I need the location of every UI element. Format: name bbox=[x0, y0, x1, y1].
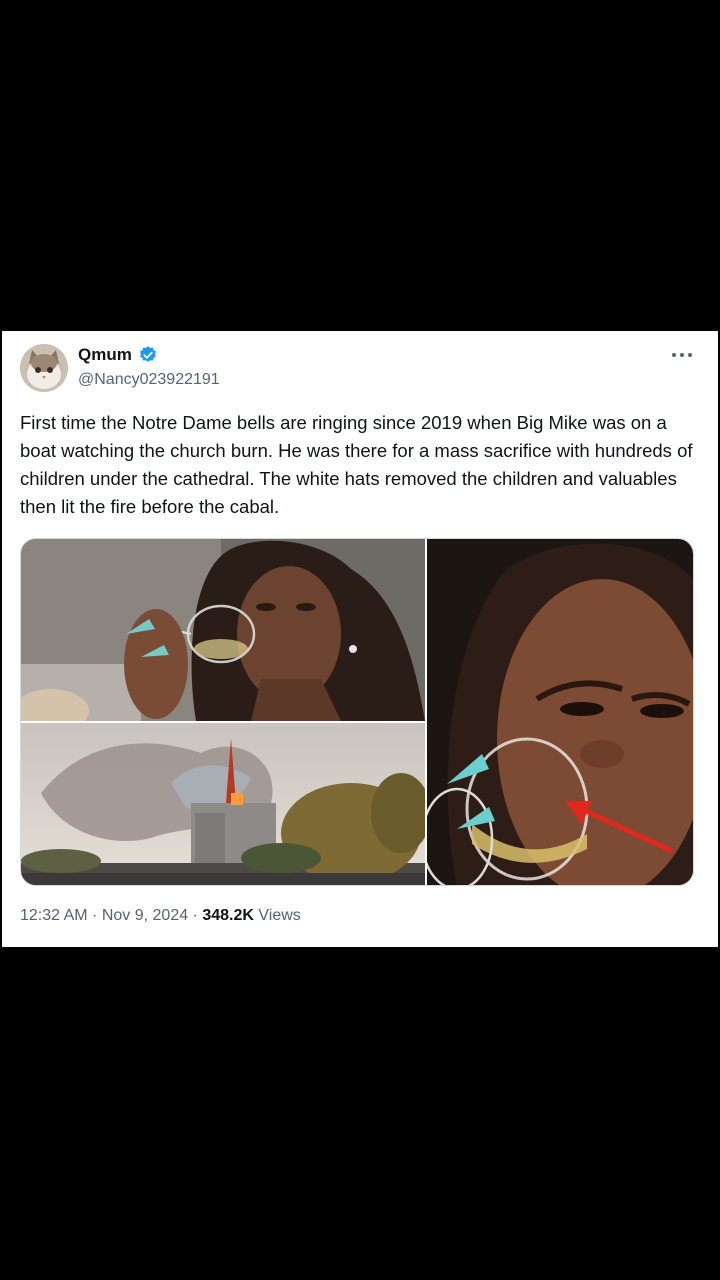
meta-separator: · bbox=[188, 907, 203, 924]
tweet-metadata: 12:32 AM · Nov 9, 2024 · 348.2K Views bbox=[20, 907, 301, 925]
cathedral-fire-photo[interactable] bbox=[21, 723, 425, 885]
woman-drinking-wine-photo[interactable] bbox=[21, 539, 425, 721]
verified-badge-icon bbox=[140, 346, 156, 362]
avatar[interactable] bbox=[20, 344, 68, 392]
tweet-time[interactable]: 12:32 AM bbox=[20, 907, 88, 924]
tweet-card[interactable]: Qmum @Nancy023922191 First time the Notr… bbox=[2, 331, 718, 947]
views-count[interactable]: 348.2K bbox=[202, 907, 254, 924]
wine-glass-closeup-photo[interactable] bbox=[427, 539, 693, 885]
cat-avatar-icon bbox=[20, 344, 68, 392]
display-name[interactable]: Qmum bbox=[78, 345, 132, 365]
tweet-text: First time the Notre Dame bells are ring… bbox=[20, 412, 693, 517]
tweet-date[interactable]: Nov 9, 2024 bbox=[102, 907, 188, 924]
more-options-icon[interactable] bbox=[668, 345, 696, 365]
meta-separator: · bbox=[87, 907, 102, 924]
media-grid bbox=[20, 538, 694, 886]
handle[interactable]: @Nancy023922191 bbox=[78, 371, 220, 389]
views-label: Views bbox=[258, 907, 301, 924]
